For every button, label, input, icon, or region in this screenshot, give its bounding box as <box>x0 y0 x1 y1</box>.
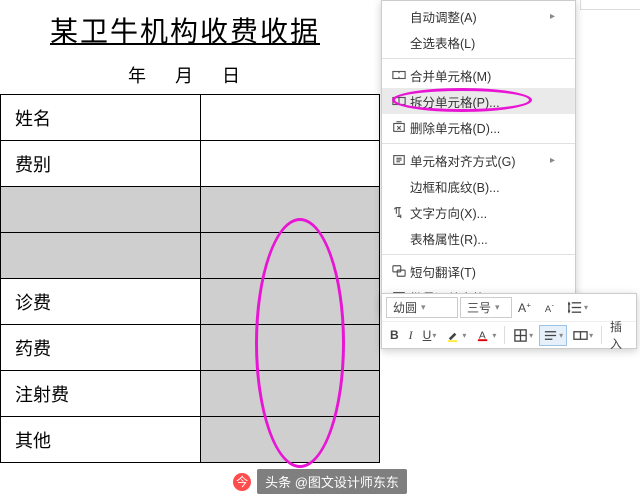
text-direction-icon <box>388 205 410 219</box>
year-label: 年 <box>128 66 158 86</box>
caret-icon: ▾ <box>589 331 593 340</box>
caret-icon: ▾ <box>559 331 563 340</box>
insert-button[interactable]: 插入 <box>606 315 632 355</box>
decrease-font-button[interactable]: A- <box>539 297 562 318</box>
menu-separator <box>382 58 575 59</box>
menu-phrase-translate[interactable]: 短句翻译(T) <box>382 258 575 284</box>
italic-button[interactable]: I <box>405 325 417 346</box>
highlight-button[interactable]: ▾ <box>442 325 470 346</box>
caret-icon: ▾ <box>492 331 496 340</box>
mini-toolbar: 幼圆▾ 三号▾ A+ A- ▾ B I U▾ ▾ A▾ ▾ ▾ ▾ 插入 <box>381 293 637 349</box>
cell-feetype-value[interactable] <box>201 141 380 187</box>
increase-font-button[interactable]: A+ <box>514 297 537 318</box>
menu-text-direction[interactable]: 文字方向(X)... <box>382 199 575 225</box>
toolbar-row-1: 幼圆▾ 三号▾ A+ A- ▾ <box>382 294 636 321</box>
author-label: @图文设计师东东 <box>295 475 399 490</box>
menu-merge-cells[interactable]: 合并单元格(M) <box>382 62 575 88</box>
caret-icon: ▾ <box>584 303 588 312</box>
annotation-ellipse-large <box>255 218 345 468</box>
size-select[interactable]: 三号▾ <box>460 297 512 318</box>
cell-name-value[interactable] <box>201 95 380 141</box>
cell-blank-2a[interactable] <box>1 233 201 279</box>
cell-blank-1a[interactable] <box>1 187 201 233</box>
menu-table-props[interactable]: 表格属性(R)... <box>382 225 575 251</box>
cell-name-label[interactable]: 姓名 <box>1 95 201 141</box>
cell-medicine-label[interactable]: 药费 <box>1 325 201 371</box>
toolbar-row-2: B I U▾ ▾ A▾ ▾ ▾ ▾ 插入 <box>382 321 636 348</box>
menu-separator <box>382 254 575 255</box>
delete-cells-icon <box>388 120 410 134</box>
day-label: 日 <box>222 66 252 86</box>
source-icon: 今 <box>233 473 251 491</box>
cell-injection-label[interactable]: 注射费 <box>1 371 201 417</box>
caret-icon: ▾ <box>432 331 436 340</box>
context-menu: 自动调整(A) ▸ 全选表格(L) 合并单元格(M) 拆分单元格(P)... 删… <box>381 0 576 313</box>
caret-icon: ▾ <box>495 302 500 313</box>
submenu-arrow-icon: ▸ <box>550 11 555 22</box>
menu-auto-adjust[interactable]: 自动调整(A) ▸ <box>382 3 575 29</box>
translate-icon <box>388 264 410 278</box>
toolbar-divider <box>601 326 602 344</box>
merge-button[interactable]: ▾ <box>569 325 597 346</box>
cell-diagnosis-label[interactable]: 诊费 <box>1 279 201 325</box>
font-select[interactable]: 幼圆▾ <box>386 297 458 318</box>
caret-icon: ▾ <box>421 302 426 313</box>
toolbar-divider <box>504 326 505 344</box>
menu-separator <box>382 143 575 144</box>
annotation-ellipse-small <box>392 88 532 112</box>
menu-cell-align[interactable]: 单元格对齐方式(G) ▸ <box>382 147 575 173</box>
cell-other-label[interactable]: 其他 <box>1 417 201 463</box>
scroll-stub <box>580 0 640 10</box>
caret-icon: ▾ <box>529 331 533 340</box>
merge-cells-icon <box>388 68 410 82</box>
align-icon <box>388 153 410 167</box>
borders-button[interactable]: ▾ <box>509 325 537 346</box>
date-row: 年 月 日 <box>0 50 380 94</box>
caret-icon: ▾ <box>462 331 466 340</box>
menu-delete-cells[interactable]: 删除单元格(D)... <box>382 114 575 140</box>
submenu-arrow-icon: ▸ <box>550 155 555 166</box>
svg-text:-: - <box>551 301 554 310</box>
month-label: 月 <box>175 66 205 86</box>
menu-select-all-table[interactable]: 全选表格(L) <box>382 29 575 55</box>
line-spacing-button[interactable]: ▾ <box>564 297 592 318</box>
underline-button[interactable]: U▾ <box>419 325 441 345</box>
align-button[interactable]: ▾ <box>539 325 567 346</box>
cell-feetype-label[interactable]: 费别 <box>1 141 201 187</box>
watermark: 今 头条 @图文设计师东东 <box>0 469 640 494</box>
source-label: 头条 <box>265 475 291 490</box>
bold-button[interactable]: B <box>386 325 403 345</box>
font-color-button[interactable]: A▾ <box>472 325 500 346</box>
menu-border-shading[interactable]: 边框和底纹(B)... <box>382 173 575 199</box>
svg-text:+: + <box>526 301 531 310</box>
